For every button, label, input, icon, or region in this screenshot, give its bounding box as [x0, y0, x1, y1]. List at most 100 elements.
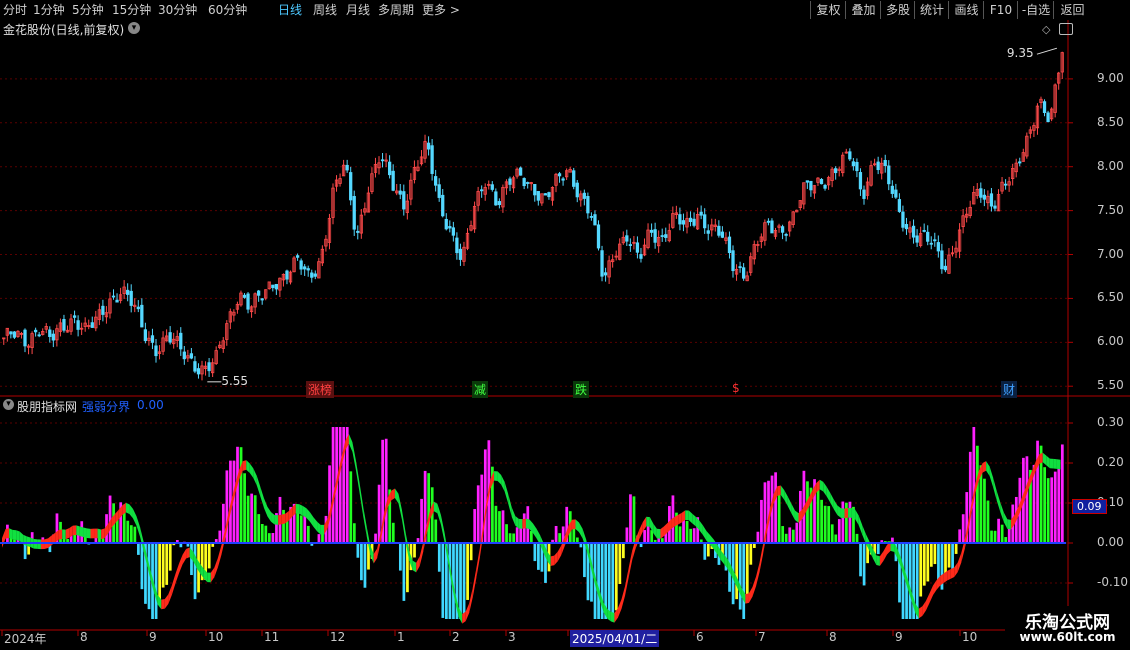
trend-band-segment [685, 510, 689, 521]
toolbar-button-0[interactable]: 复权 [810, 1, 846, 19]
candle-body [703, 214, 707, 229]
indicator-bar [703, 543, 707, 560]
candle-body [635, 242, 640, 253]
period-tab-8[interactable]: 月线 [346, 1, 370, 19]
trend-band-segment [83, 527, 87, 538]
trend-band-segment [518, 518, 523, 529]
candle-body [398, 190, 402, 195]
indicator-bar [937, 543, 940, 582]
indicator-bar [922, 543, 926, 586]
indicator-bar [650, 530, 654, 543]
period-tab-1[interactable]: 1分钟 [33, 1, 65, 19]
candle-body [720, 231, 725, 238]
indicator-bar [321, 534, 324, 543]
indicator-bar [377, 484, 381, 543]
period-tab-2[interactable]: 5分钟 [72, 1, 104, 19]
candle-body [391, 170, 395, 191]
indicator-bar [529, 531, 533, 543]
candle-body [48, 329, 52, 337]
indicator-bar [498, 511, 501, 543]
indicator-bar [554, 525, 558, 543]
candle-body [727, 236, 732, 254]
candle-body [444, 218, 448, 230]
candle-body [12, 331, 17, 338]
trend-band-segment [678, 512, 682, 525]
date-label: 11 [264, 630, 280, 644]
candle-body [434, 176, 438, 186]
candle-body [823, 184, 827, 189]
toolbar-button-1[interactable]: 叠加 [845, 1, 881, 19]
candle-body [547, 192, 551, 198]
indicator-bar [983, 478, 986, 543]
toolbar-button-7[interactable]: 返回 [1053, 1, 1091, 19]
candle-body [926, 231, 930, 242]
candle-body [126, 289, 130, 295]
event-marker-3[interactable]: $ [730, 381, 742, 395]
indicator-bar [678, 526, 682, 543]
indicator-bar [774, 472, 777, 543]
toolbar-button-4[interactable]: 画线 [948, 1, 984, 19]
trend-band-segment [12, 529, 17, 540]
toolbar-button-6[interactable]: -自选 [1017, 1, 1054, 19]
indicator-bar [823, 505, 827, 543]
indicator-bar [264, 525, 268, 543]
date-label: 1 [397, 630, 405, 644]
indicator-bar [929, 543, 933, 567]
period-tab-4[interactable]: 30分钟 [158, 1, 197, 19]
candle-body [717, 225, 721, 236]
toolbar-button-3[interactable]: 统计 [914, 1, 949, 19]
indicator-bar [391, 522, 395, 543]
current-value-badge: 0.09 [1072, 499, 1107, 514]
trend-band-segment [656, 528, 661, 539]
indicator-bar [349, 471, 353, 543]
indicator-bar [427, 473, 431, 543]
period-tab-0[interactable]: 分时 [3, 1, 27, 19]
candle-body [557, 173, 562, 177]
chart-area[interactable] [0, 20, 1130, 650]
indicator-bar [583, 543, 586, 578]
indicator-bar [760, 499, 763, 543]
event-marker-2[interactable]: 跌 [573, 381, 590, 398]
trend-band-segment [65, 528, 70, 540]
period-tab-5[interactable]: 60分钟 [208, 1, 247, 19]
trend-band-segment [62, 529, 66, 540]
indicator-bar [268, 533, 271, 543]
candle-body [387, 161, 392, 176]
trend-band-segment [76, 525, 80, 537]
indicator-bar [126, 520, 130, 543]
event-marker-4[interactable]: 财 [1001, 381, 1018, 398]
event-marker-0[interactable]: 涨榜 [306, 381, 335, 398]
period-tab-3[interactable]: 15分钟 [112, 1, 151, 19]
candle-body [639, 254, 643, 259]
trend-band-segment [161, 599, 165, 610]
event-marker-1[interactable]: 减 [472, 381, 489, 398]
indicator-chevron-icon[interactable]: ▾ [3, 399, 14, 410]
diamond-icon[interactable]: ◇ [1042, 23, 1050, 36]
toolbar-button-2[interactable]: 多股 [880, 1, 915, 19]
indicator-bar [384, 438, 388, 543]
trend-band-segment [278, 514, 282, 525]
indicator-bar [572, 528, 576, 543]
indicator-bar [161, 543, 165, 588]
candle-body [805, 180, 809, 183]
panel-toggle-icon[interactable] [1059, 23, 1073, 35]
period-tab-7[interactable]: 周线 [313, 1, 337, 19]
indicator-bar [954, 543, 958, 554]
candle-body [855, 161, 859, 172]
period-tab-10[interactable]: 更多 > [422, 1, 460, 19]
candle-body [285, 270, 289, 280]
toolbar-button-5[interactable]: F10 [983, 1, 1018, 19]
candle-body [936, 242, 940, 252]
indicator-tick-label: 0.00 [1097, 535, 1124, 549]
candle-body [692, 218, 696, 226]
candle-body [738, 266, 742, 269]
candle-body [989, 193, 994, 207]
trend-band-segment [844, 508, 849, 519]
candle-body [770, 220, 774, 234]
period-tab-9[interactable]: 多周期 [378, 1, 414, 19]
indicator-bar [597, 543, 600, 619]
indicator-bar [947, 543, 951, 568]
trend-band-segment [242, 460, 247, 471]
chevron-down-icon[interactable]: ▾ [128, 22, 140, 34]
period-tab-6[interactable]: 日线 [278, 1, 302, 19]
